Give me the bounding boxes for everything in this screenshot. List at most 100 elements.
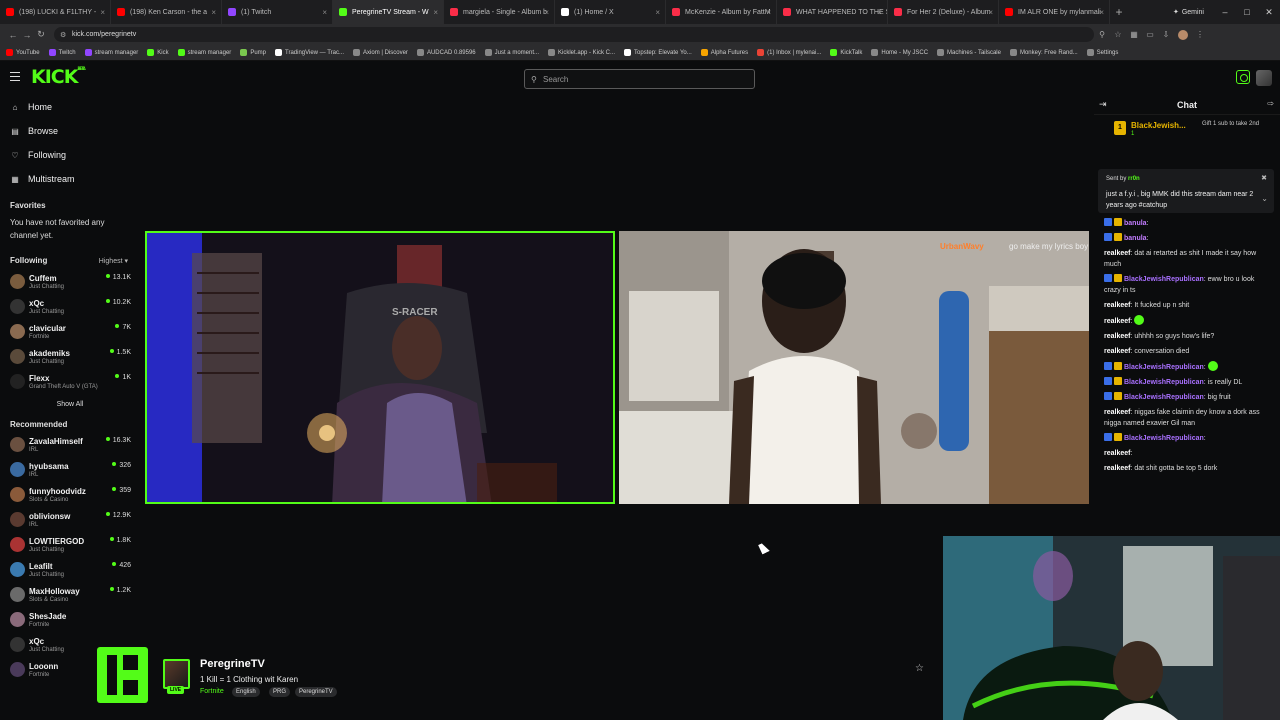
close-icon[interactable]: × <box>877 8 882 17</box>
bookmark-item[interactable]: Settings <box>1086 49 1118 56</box>
bookmark-item[interactable]: Monkey: Free Rand... <box>1009 49 1078 56</box>
browser-tab[interactable]: (198) LUCKI & F1LTHY - × <box>0 0 111 24</box>
browser-tab[interactable]: (1) Home / X × <box>555 0 666 24</box>
bookmark-item[interactable]: Home - My JSCC <box>871 49 928 56</box>
bookmark-item[interactable]: Kicklet.app - Kick C... <box>548 49 615 56</box>
bookmark-item[interactable]: Alpha Futures <box>700 49 748 56</box>
close-icon[interactable]: × <box>433 8 438 17</box>
sidebar-item-browse[interactable]: ▤ Browse <box>0 119 140 143</box>
hamburger-menu-icon[interactable] <box>10 72 20 81</box>
close-icon[interactable]: × <box>655 8 660 17</box>
chevron-down-icon[interactable]: ⌄ <box>1261 194 1268 203</box>
channel-item[interactable]: ShesJade Fortnite <box>0 609 140 634</box>
bookmark-star-icon[interactable]: ☆ <box>1110 30 1126 39</box>
browser-tab[interactable]: WHAT HAPPENED TO THE S × <box>777 0 888 24</box>
chat-username[interactable]: BlackJewishRepublican <box>1124 394 1204 401</box>
url-field[interactable]: ⚙ kick.com/peregrinetv <box>54 27 1094 42</box>
chat-username[interactable]: realkeef <box>1104 302 1130 309</box>
channel-item[interactable]: funnyhoodvidz Slots & Casino 359 <box>0 484 140 509</box>
browser-tab[interactable]: margiela - Single - Album b × <box>444 0 555 24</box>
favorite-star-icon[interactable]: ☆ <box>915 663 924 674</box>
pinned-message[interactable]: Sent by rr0n ✖ just a f.y.i , big MMK di… <box>1098 169 1274 213</box>
channel-item[interactable]: xQc Just Chatting 10.2K <box>0 296 140 321</box>
close-window-icon[interactable]: ✕ <box>1258 7 1280 18</box>
close-icon[interactable]: × <box>544 8 549 17</box>
channel-item[interactable]: hyubsama IRL 326 <box>0 459 140 484</box>
chat-username[interactable]: banula <box>1124 220 1147 227</box>
chat-username[interactable]: realkeef <box>1104 348 1130 355</box>
channel-item[interactable]: Leafilt Just Chatting 426 <box>0 559 140 584</box>
channel-item[interactable]: oblivionsw IRL 12.9K <box>0 509 140 534</box>
reload-icon[interactable]: ↻ <box>34 29 48 40</box>
browser-menu-icon[interactable]: ⋮ <box>1192 30 1208 39</box>
streamer-avatar[interactable] <box>163 659 190 689</box>
bookmark-item[interactable]: TradingView — Trac... <box>275 49 344 56</box>
close-icon[interactable]: × <box>1099 8 1104 17</box>
chat-username[interactable]: realkeef <box>1104 465 1130 472</box>
bookmark-item[interactable]: Kick <box>147 49 169 56</box>
extensions-icon[interactable]: ▦ <box>1126 30 1142 39</box>
channel-item[interactable]: LOWTIERGOD Just Chatting 1.8K <box>0 534 140 559</box>
browser-tab[interactable]: For Her 2 (Deluxe) - Album × <box>888 0 999 24</box>
side-panel-icon[interactable]: ▭ <box>1142 30 1158 39</box>
chat-username[interactable]: realkeef <box>1104 318 1130 325</box>
browser-tab[interactable]: IM ALR ONE by mylanmali × <box>999 0 1110 24</box>
maximize-icon[interactable]: □ <box>1236 7 1258 17</box>
channel-item[interactable]: akademiks Just Chatting 1.5K <box>0 346 140 371</box>
kick-logo[interactable]: KICKBETA <box>31 66 86 88</box>
chat-username[interactable]: BlackJewishRepublican <box>1124 364 1204 371</box>
bookmark-item[interactable]: (1) Inbox | mylenai... <box>757 49 821 56</box>
tag-peregrinetv[interactable]: PeregrineTV <box>295 687 337 697</box>
gift-leaderboard[interactable]: 1 BlackJewish... 1 Gift 1 sub to take 2n… <box>1094 115 1280 145</box>
sidebar-item-following[interactable]: ♡ Following <box>0 143 140 167</box>
downloads-icon[interactable]: ⇩ <box>1158 30 1174 39</box>
browser-tab[interactable]: (198) Ken Carson - the a × <box>111 0 222 24</box>
bookmark-item[interactable]: stream manager <box>177 49 231 56</box>
close-icon[interactable]: × <box>322 8 327 17</box>
gemini-button[interactable]: ✦ Gemini <box>1163 8 1214 17</box>
bookmark-item[interactable]: Axiom | Discover <box>353 49 408 56</box>
zoom-icon[interactable]: ⚲ <box>1094 30 1110 39</box>
channel-item[interactable]: clavicular Fortnite 7K <box>0 321 140 346</box>
chat-username[interactable]: BlackJewishRepublican <box>1124 276 1204 283</box>
channel-item[interactable]: ZavalaHimself IRL 16.3K <box>0 434 140 459</box>
sidebar-item-home[interactable]: ⌂ Home <box>0 95 140 119</box>
profile-avatar[interactable] <box>1178 29 1188 40</box>
search-input[interactable]: ⚲ Search <box>524 69 755 89</box>
stream-category[interactable]: Fortnite <box>200 688 224 695</box>
channel-item[interactable]: Cuffem Just Chatting 13.1K <box>0 271 140 296</box>
bookmark-item[interactable]: YouTube <box>6 49 40 56</box>
channel-item[interactable]: Flexx Grand Theft Auto V (GTA) 1K <box>0 371 140 396</box>
tag-prg[interactable]: PRG <box>269 687 291 697</box>
sidebar-item-multistream[interactable]: ▦ Multistream <box>0 167 140 191</box>
bookmark-item[interactable]: AUDCAD 0.89596 <box>416 49 476 56</box>
chat-username[interactable]: BlackJewishRepublican <box>1124 435 1204 442</box>
user-avatar[interactable] <box>1256 70 1272 86</box>
chat-username[interactable]: realkeef <box>1104 250 1130 257</box>
minimize-icon[interactable]: – <box>1214 7 1236 17</box>
close-icon[interactable]: × <box>100 8 105 17</box>
bookmark-item[interactable]: Twitch <box>48 49 76 56</box>
stream-video-right[interactable] <box>619 231 1089 504</box>
chat-username[interactable]: realkeef <box>1104 409 1130 416</box>
back-icon[interactable]: ← <box>6 30 20 40</box>
streamer-name[interactable]: PeregrineTV <box>200 658 265 670</box>
pin-icon[interactable]: ✖ <box>1261 174 1267 182</box>
tag-english[interactable]: English <box>232 687 260 697</box>
chat-settings-icon[interactable]: ⇨ <box>1267 99 1274 108</box>
stream-video-left[interactable]: S-RACER <box>145 231 615 504</box>
forward-icon[interactable]: → <box>20 30 34 40</box>
bookmark-item[interactable]: Pump <box>240 49 266 56</box>
browser-tab[interactable]: PeregrineTV Stream - W × <box>333 0 444 24</box>
close-icon[interactable]: × <box>211 8 216 17</box>
new-tab-button[interactable]: + <box>1110 5 1128 19</box>
site-info-icon[interactable]: ⚙ <box>60 31 66 39</box>
browser-tab[interactable]: McKenzie - Album by FattM × <box>666 0 777 24</box>
chat-username[interactable]: banula <box>1124 235 1147 242</box>
close-icon[interactable]: × <box>988 8 993 17</box>
chat-username[interactable]: realkeef <box>1104 333 1130 340</box>
live-status-icon[interactable] <box>1236 70 1250 84</box>
browser-tab[interactable]: (1) Twitch × <box>222 0 333 24</box>
chat-username[interactable]: BlackJewishRepublican <box>1124 379 1204 386</box>
bookmark-item[interactable]: Just a moment... <box>484 49 539 56</box>
